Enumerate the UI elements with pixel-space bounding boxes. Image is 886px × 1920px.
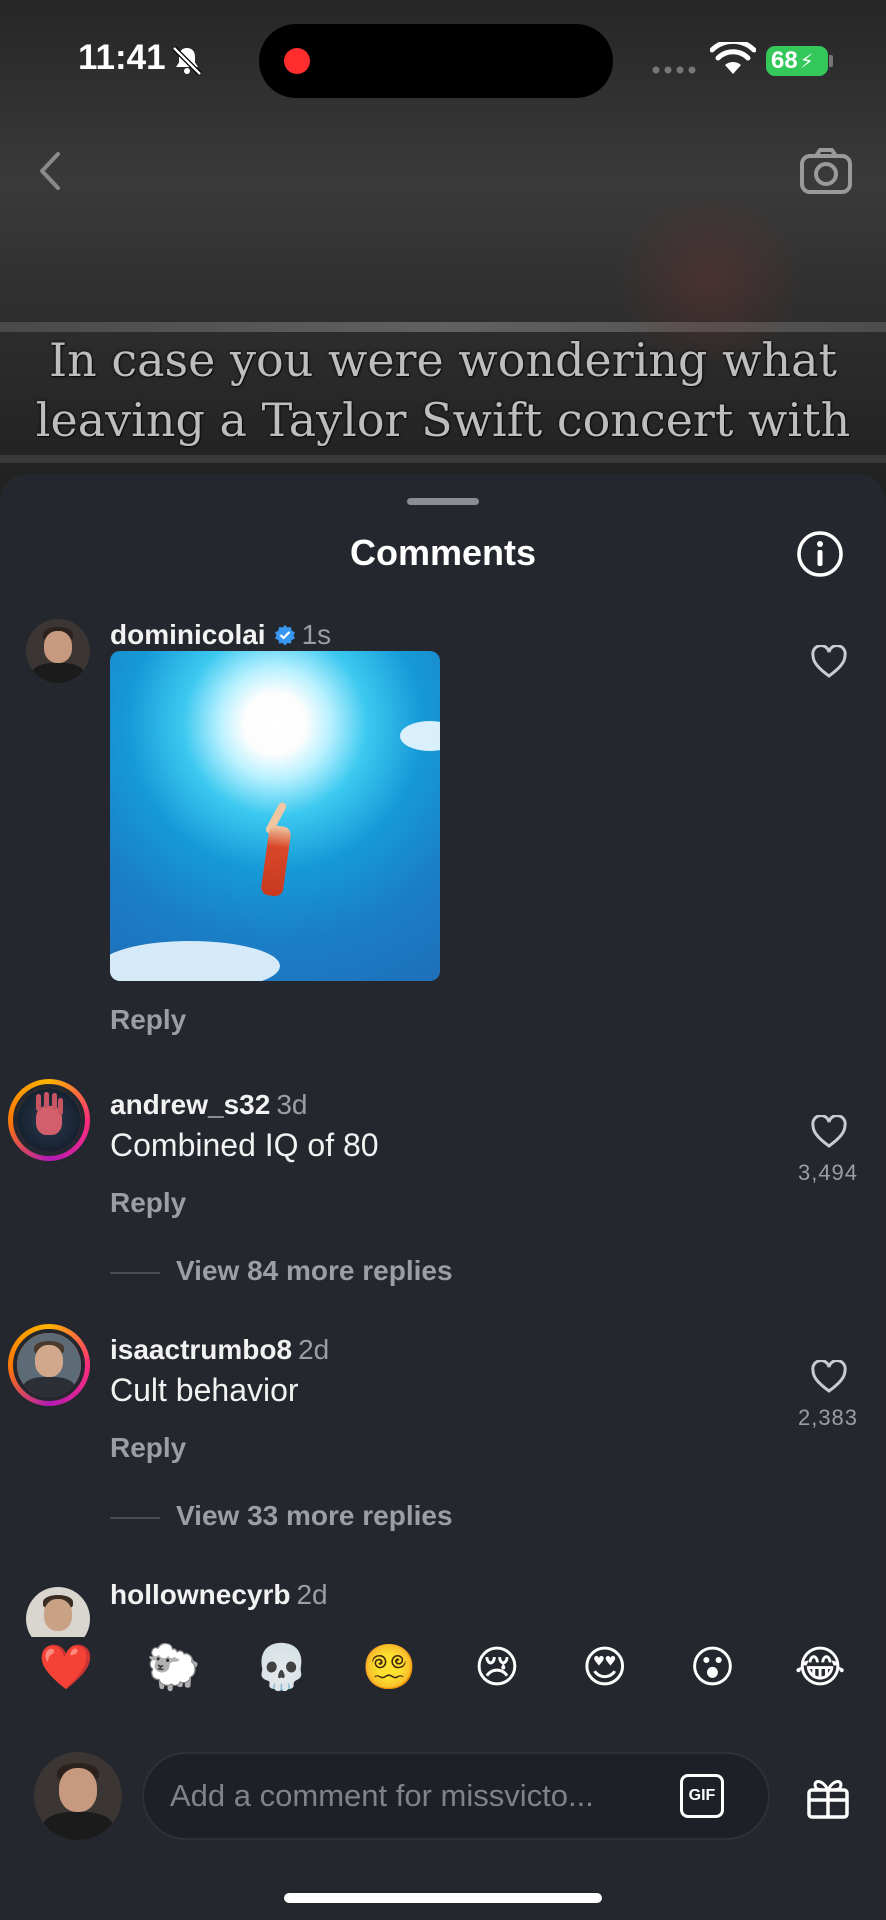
emoji-sheep[interactable]: 🐑	[139, 1638, 209, 1698]
reply-button[interactable]: Reply	[110, 1432, 186, 1464]
like-count: 3,494	[797, 1160, 859, 1185]
sheet-drag-handle[interactable]	[407, 498, 479, 505]
comment-time: 1s	[301, 619, 332, 650]
home-indicator	[284, 1893, 602, 1903]
info-icon[interactable]	[796, 530, 844, 578]
emoji-surprised-face[interactable]: 😮	[677, 1638, 747, 1698]
comment-username[interactable]: hollownecyrb 2d	[110, 1579, 328, 1611]
avatar[interactable]	[26, 619, 90, 683]
gift-icon[interactable]	[804, 1774, 852, 1820]
emoji-heart[interactable]: ❤️	[31, 1638, 101, 1698]
comment-input[interactable]	[142, 1752, 770, 1840]
emoji-dizzy-face[interactable]: 😵‍💫	[354, 1638, 424, 1698]
my-avatar[interactable]	[34, 1752, 122, 1840]
verified-badge-icon	[274, 625, 295, 646]
sheet-title: Comments	[349, 532, 537, 573]
reply-button[interactable]: Reply	[110, 1187, 186, 1219]
like-count: 2,383	[797, 1405, 859, 1430]
gif-button[interactable]: GIF	[680, 1774, 724, 1818]
emoji-laughing-tears[interactable]: 😂	[785, 1638, 855, 1698]
gif-image[interactable]	[110, 651, 440, 981]
signal-icon	[652, 66, 696, 74]
reply-button[interactable]: Reply	[110, 1004, 186, 1036]
comment-list[interactable]: dominicolai 1s Reply andrew_s32 3d Combi…	[0, 619, 886, 1637]
video-caption: In case you were wondering what leaving …	[35, 333, 851, 447]
comment-time: 2d	[296, 1579, 328, 1610]
comment-time: 2d	[298, 1334, 330, 1365]
camera-icon[interactable]	[796, 146, 856, 196]
back-chevron-icon[interactable]	[30, 146, 70, 196]
emoji-reaction-bar: ❤️ 🐑 💀 😵‍💫 😢 😍 😮 😂	[0, 1628, 886, 1708]
dynamic-island	[259, 24, 613, 98]
comments-sheet: Comments dominicolai 1s Reply andrew_s32…	[0, 474, 886, 1920]
comment-username[interactable]: andrew_s32 3d	[110, 1089, 307, 1121]
comment-username[interactable]: dominicolai 1s	[110, 619, 331, 651]
emoji-skull[interactable]: 💀	[246, 1638, 316, 1698]
view-replies-button[interactable]: View 33 more replies	[110, 1500, 453, 1532]
avatar[interactable]	[8, 1324, 90, 1406]
heart-icon[interactable]	[810, 1360, 848, 1394]
comment-text: Cult behavior	[110, 1372, 299, 1408]
status-bar: 11:41 68 ⚡	[0, 0, 886, 120]
view-replies-button[interactable]: View 84 more replies	[110, 1255, 453, 1287]
bell-slash-icon	[172, 46, 202, 76]
comment-username[interactable]: isaactrumbo8 2d	[110, 1334, 329, 1366]
comment-composer: GIF	[0, 1742, 886, 1852]
emoji-crying-face[interactable]: 😢	[462, 1638, 532, 1698]
battery-indicator: 68 ⚡	[766, 46, 828, 76]
heart-icon[interactable]	[810, 1115, 848, 1149]
heart-icon[interactable]	[810, 645, 848, 679]
battery-level: 68	[771, 47, 798, 74]
recording-indicator	[284, 48, 310, 74]
status-time: 11:41	[78, 38, 166, 77]
wifi-icon	[710, 42, 756, 74]
comment-time: 3d	[276, 1089, 308, 1120]
emoji-heart-eyes[interactable]: 😍	[570, 1638, 640, 1698]
charging-bolt-icon: ⚡	[799, 50, 814, 73]
comment-text: Combined IQ of 80	[110, 1127, 379, 1163]
avatar[interactable]	[8, 1079, 90, 1161]
